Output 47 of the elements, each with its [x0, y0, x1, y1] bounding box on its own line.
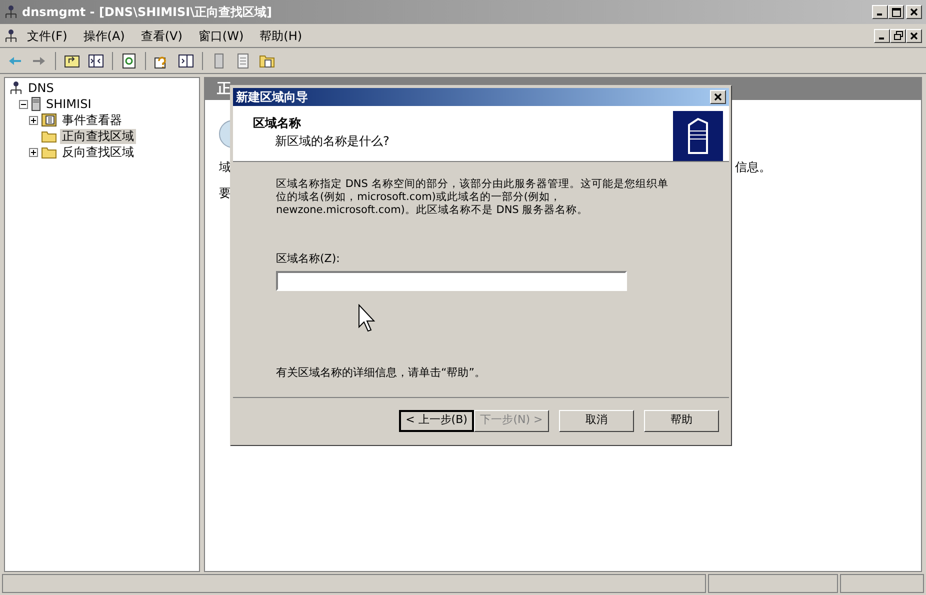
close-button[interactable] — [906, 28, 922, 42]
help-hint-text: 有关区域名称的详细信息，请单击“帮助”。 — [276, 364, 486, 380]
dialog-title: 新建区域向导 — [236, 89, 308, 106]
close-button[interactable] — [710, 90, 726, 104]
close-icon — [714, 93, 722, 101]
restore-button[interactable] — [890, 28, 906, 42]
close-button[interactable] — [906, 5, 922, 19]
description-text: 域 — [219, 159, 231, 176]
menu-item[interactable]: 操作(A) — [76, 26, 132, 44]
minimize-button[interactable] — [872, 5, 888, 19]
step-subtitle: 新区域的名称是什么? — [274, 133, 390, 150]
field-label: 区域名称(Z): — [276, 251, 341, 267]
network-icon — [9, 81, 23, 95]
menu-item[interactable]: 窗口(W) — [191, 26, 251, 44]
collapse-icon[interactable] — [19, 100, 28, 108]
zone-name-field[interactable] — [276, 270, 627, 290]
network-icon — [4, 5, 18, 19]
description-text: 信息。 — [735, 159, 771, 176]
server-icon — [31, 97, 41, 111]
description-text: 区域名称指定 DNS 名称空间的部分，该部分由此服务器管理。这可能是您组织单位的域名(例如，microsoft.com)或此域名的一部分(例如，newzone.microsoft.com)。此区域名称不是 DNS 服务器名称。 — [276, 178, 670, 217]
menu-item[interactable]: 文件(F) — [20, 26, 74, 44]
wizard-button[interactable]: 取消 — [559, 410, 634, 432]
tree-item[interactable]: 事件查看器 — [60, 112, 124, 128]
step-title: 区域名称 — [253, 115, 302, 132]
maximize-button[interactable] — [888, 5, 904, 19]
menu-item[interactable]: 查看(V) — [134, 26, 190, 44]
description-text: 要 — [219, 185, 231, 202]
maximize-icon — [892, 8, 900, 16]
mouse-pointer-icon — [358, 304, 376, 334]
expand-icon[interactable] — [29, 116, 38, 124]
minimize-button[interactable] — [874, 28, 890, 42]
folder-icon — [41, 130, 57, 142]
network-icon — [4, 28, 18, 42]
tree-item[interactable]: SHIMISI — [44, 96, 94, 112]
tree-item[interactable]: 正向查找区域 — [60, 128, 136, 144]
tree-item[interactable]: DNS — [26, 80, 56, 96]
menu-item[interactable]: 帮助(H) — [252, 26, 310, 44]
restore-icon — [894, 31, 902, 40]
wizard-button[interactable]: 帮助 — [644, 410, 719, 432]
window-title: dnsmgmt - [DNS\SHIMISI\正向查找区域] — [22, 4, 272, 21]
wizard-button[interactable]: < 上一步(B) — [399, 410, 474, 432]
folder-icon — [41, 146, 57, 158]
close-icon — [910, 8, 918, 16]
log-book-icon — [41, 113, 57, 127]
expand-icon[interactable] — [29, 148, 38, 156]
tree-item[interactable]: 反向查找区域 — [60, 144, 136, 160]
close-icon — [910, 32, 918, 40]
